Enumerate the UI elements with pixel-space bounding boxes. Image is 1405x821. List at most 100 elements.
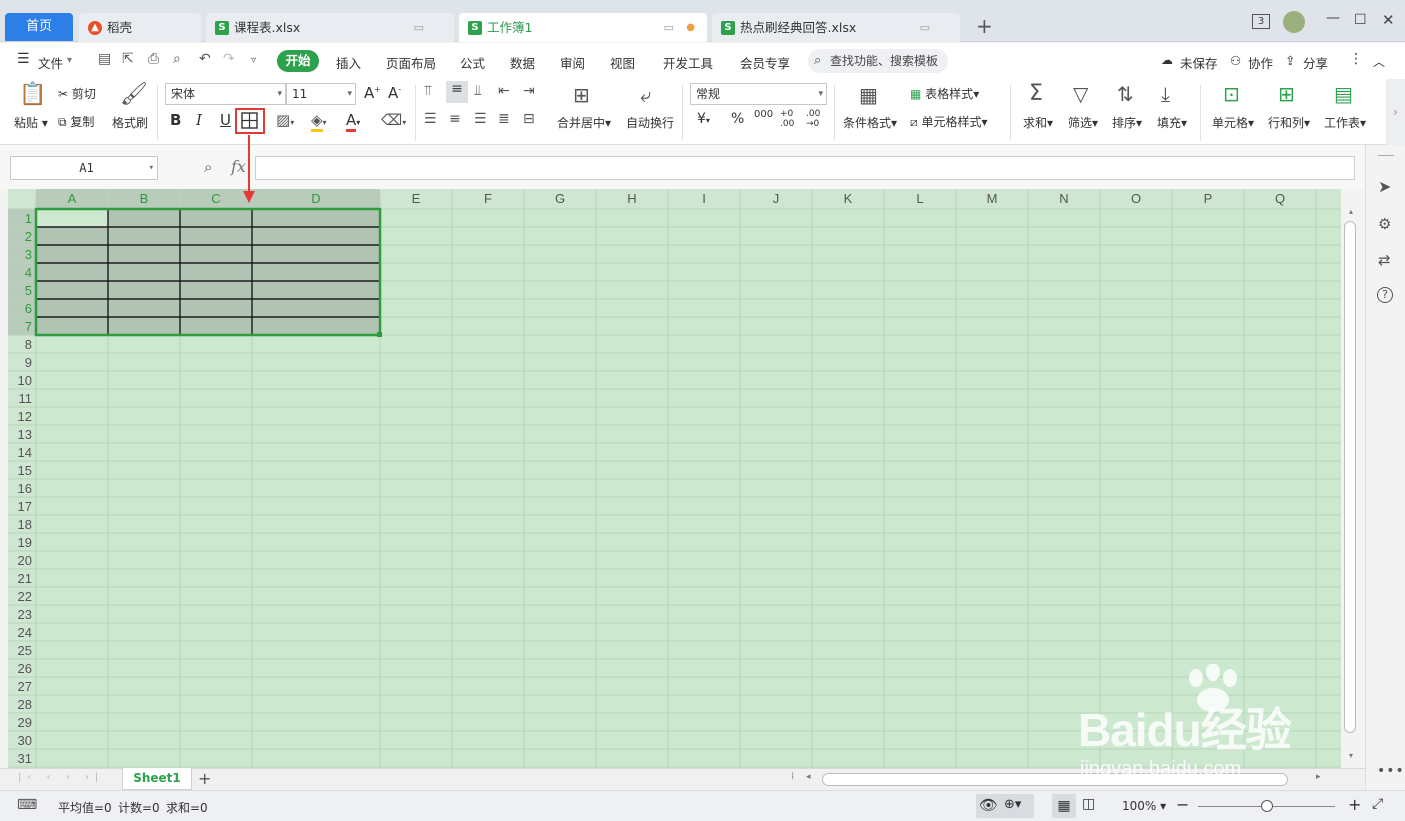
row-header[interactable]: 27 <box>18 679 32 694</box>
paste-icon[interactable]: 📋 <box>19 82 46 107</box>
formula-input[interactable] <box>255 156 1355 180</box>
decrease-decimal-icon[interactable]: .00 →0 <box>806 109 820 129</box>
fill-button[interactable]: 填充▾ <box>1157 114 1187 131</box>
menu-data[interactable]: 数据 <box>510 53 535 72</box>
column-header[interactable]: I <box>702 191 706 206</box>
sort-icon[interactable]: ⇅ <box>1117 82 1134 106</box>
fill-pattern-icon[interactable]: ▨▾ <box>276 111 294 129</box>
row-header[interactable]: 22 <box>18 589 32 604</box>
row-header[interactable]: 15 <box>18 463 32 478</box>
minimize-icon[interactable]: — <box>1326 10 1340 26</box>
close-icon[interactable]: ✕ <box>1382 11 1395 29</box>
font-size-select[interactable]: 11 <box>286 83 356 105</box>
more-options-icon[interactable]: ⋮ <box>1349 51 1363 67</box>
ribbon-scroll-right-icon[interactable]: › <box>1386 79 1405 145</box>
menu-developer[interactable]: 开发工具 <box>663 53 713 72</box>
menu-page-layout[interactable]: 页面布局 <box>386 53 436 72</box>
column-header[interactable]: F <box>484 191 492 206</box>
sheet-tab-sheet1[interactable]: Sheet1 <box>122 768 192 790</box>
format-painter-button[interactable]: 格式刷 <box>112 114 148 131</box>
collapse-ribbon-icon[interactable]: ︿ <box>1373 53 1385 70</box>
row-header[interactable]: 5 <box>25 283 32 298</box>
column-header[interactable]: N <box>1059 191 1068 206</box>
new-tab-plus-icon[interactable]: + <box>976 14 993 38</box>
print-preview-icon[interactable]: ⌕ <box>173 51 181 67</box>
merge-center-button[interactable]: 合并居中▾ <box>557 114 611 131</box>
row-header[interactable]: 6 <box>25 301 32 316</box>
menu-view[interactable]: 视图 <box>610 53 635 72</box>
settings-sliders-icon[interactable]: ⚙ <box>1378 215 1391 233</box>
font-grow-icon[interactable]: A+ <box>364 84 381 102</box>
eye-protect-toggle[interactable]: 👁 ⊕▾ <box>976 794 1034 818</box>
page-break-view-icon[interactable]: ◫ <box>1082 796 1095 812</box>
grid-canvas[interactable]: A B C D E F G H I J K L M N O P Q12345678910111213141516… <box>8 189 1341 768</box>
align-top-icon[interactable]: ⫪ <box>424 83 432 99</box>
vertical-scrollbar[interactable]: ▴ ▾ <box>1341 189 1365 768</box>
zoom-slider-handle[interactable] <box>1261 800 1273 812</box>
row-header[interactable]: 2 <box>25 229 32 244</box>
select-cursor-icon[interactable]: ➤ <box>1378 177 1391 196</box>
font-shrink-icon[interactable]: A- <box>388 84 401 102</box>
active-cell[interactable] <box>37 210 108 227</box>
number-format-select[interactable]: 常规 <box>690 83 827 105</box>
row-header[interactable]: 20 <box>18 553 32 568</box>
maximize-icon[interactable]: ☐ <box>1354 12 1367 28</box>
row-header[interactable]: 31 <box>18 751 32 766</box>
row-header[interactable]: 18 <box>18 517 32 532</box>
distributed-icon[interactable]: ⊟ <box>523 111 535 127</box>
indent-increase-icon[interactable]: ⇥ <box>523 83 535 99</box>
bold-icon[interactable]: B <box>170 111 181 129</box>
paste-button[interactable]: 粘贴 ▾ <box>14 114 48 131</box>
search-input[interactable]: ⌕ 查找功能、搜索模板 <box>808 49 948 73</box>
fill-icon[interactable]: ⤓ <box>1161 82 1170 106</box>
increase-decimal-icon[interactable]: +0.00 <box>780 109 794 129</box>
row-header[interactable]: 28 <box>18 697 32 712</box>
sort-button[interactable]: 排序▾ <box>1112 114 1142 131</box>
column-header[interactable]: Q <box>1275 191 1285 206</box>
clear-format-icon[interactable]: ⌫▾ <box>381 111 406 129</box>
align-bottom-icon[interactable]: ⫫ <box>474 83 482 99</box>
align-left-icon[interactable]: ☰ <box>424 111 437 127</box>
splitter-icon[interactable]: ⁞ <box>791 771 794 782</box>
share-button[interactable]: 分享 <box>1303 53 1328 72</box>
vertical-scroll-thumb[interactable] <box>1344 221 1356 733</box>
macro-record-icon[interactable]: ⌨ <box>17 797 37 813</box>
row-header[interactable]: 16 <box>18 481 32 496</box>
row-header[interactable]: 24 <box>18 625 32 640</box>
selected-range[interactable] <box>36 209 380 335</box>
tab-hot-answers[interactable]: S 热点刷经典回答.xlsx ▭ <box>712 13 960 42</box>
row-header[interactable]: 14 <box>18 445 32 460</box>
column-header[interactable]: B <box>140 191 149 206</box>
avatar[interactable] <box>1283 11 1305 33</box>
undo-icon[interactable]: ↶ <box>199 51 211 67</box>
column-header[interactable]: O <box>1131 191 1141 206</box>
row-header[interactable]: 3 <box>25 247 32 262</box>
filter-button[interactable]: 筛选▾ <box>1068 114 1098 131</box>
column-header[interactable]: L <box>916 191 923 206</box>
row-header[interactable]: 13 <box>18 427 32 442</box>
help-icon[interactable]: ? <box>1377 287 1393 303</box>
sheet-nav-icons[interactable]: |‹ ‹ › ›| <box>18 772 104 783</box>
column-header[interactable]: E <box>412 191 421 206</box>
font-color-icon[interactable]: A▾ <box>346 111 360 132</box>
window-count-icon[interactable]: 3 <box>1252 14 1270 29</box>
row-header[interactable]: 30 <box>18 733 32 748</box>
column-header[interactable]: D <box>311 191 320 206</box>
row-header[interactable]: 4 <box>25 265 32 280</box>
tab-workbook1[interactable]: S 工作簿1 ▭ ● <box>459 13 707 42</box>
spreadsheet-grid[interactable]: A B C D E F G H I J K L M N O P Q 1 2 3 4 5 6 7 8 9 10 11 12 13 14 15 16… <box>8 189 1341 768</box>
scroll-right-icon[interactable]: ▸ <box>1316 772 1321 782</box>
filter-icon[interactable]: ▽ <box>1073 82 1088 106</box>
conditional-format-icon[interactable]: ▦ <box>859 83 878 107</box>
font-name-select[interactable]: 宋体 <box>165 83 286 105</box>
tab-schedule[interactable]: S 课程表.xlsx ▭ <box>206 13 454 42</box>
align-right-icon[interactable]: ☰ <box>474 111 487 127</box>
merge-icon[interactable]: ⊞ <box>573 83 590 107</box>
align-center-icon[interactable]: ≡ <box>449 111 461 127</box>
column-header[interactable]: G <box>555 191 565 206</box>
horizontal-scroll-thumb[interactable] <box>822 773 1288 786</box>
worksheet-icon[interactable]: ▤ <box>1334 82 1353 106</box>
zoom-out-icon[interactable]: − <box>1176 795 1189 814</box>
align-middle-icon[interactable]: ≡ <box>446 81 468 103</box>
add-sheet-icon[interactable]: + <box>198 769 211 788</box>
